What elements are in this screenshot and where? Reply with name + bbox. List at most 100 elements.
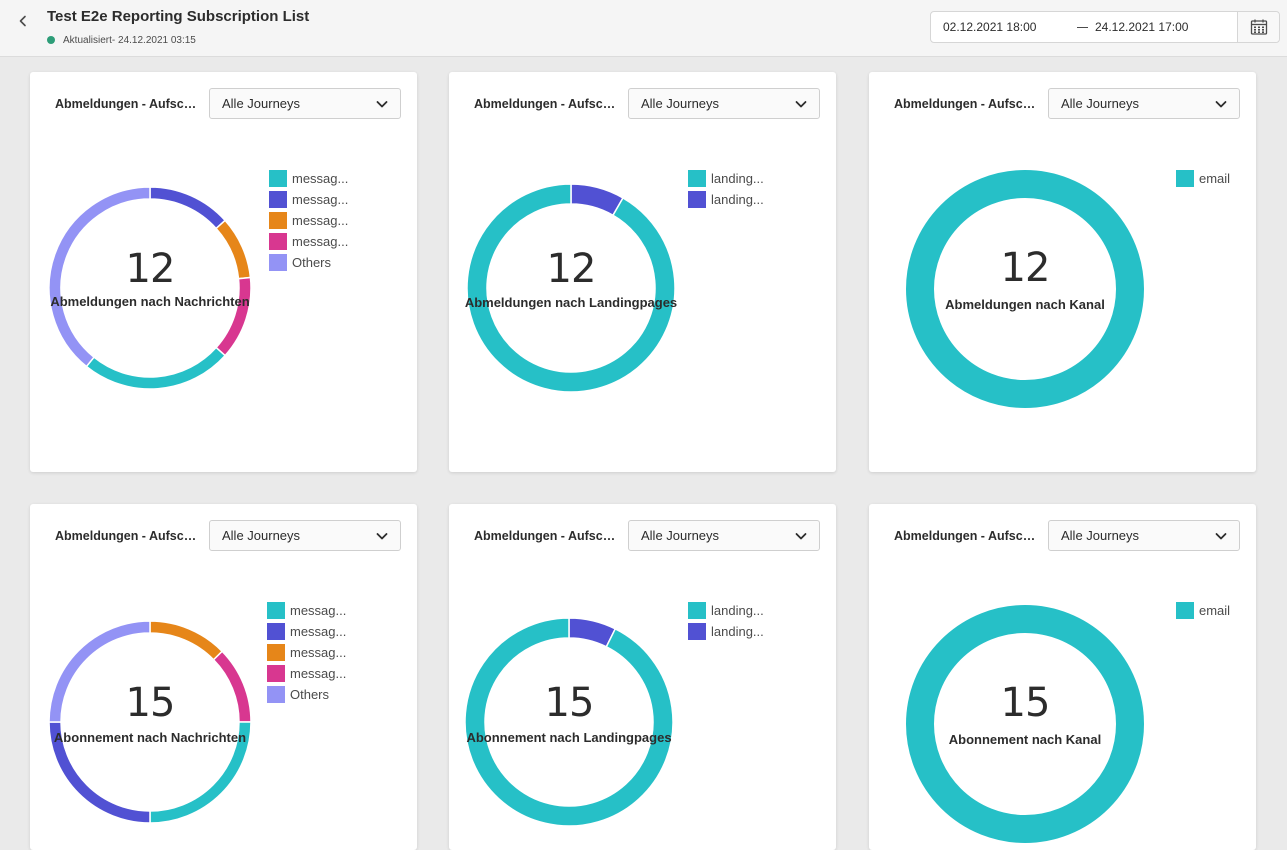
legend-label: messag...	[292, 171, 349, 186]
report-card: Abmeldungen - Aufschlüsselung Alle Journe…	[449, 72, 836, 472]
donut-center-label: Abonnement nach Landingpages	[466, 730, 672, 745]
chevron-left-icon	[19, 15, 26, 27]
legend-item[interactable]: messag...	[267, 600, 346, 621]
chart-legend: email	[1176, 168, 1230, 189]
chevron-down-icon	[376, 533, 388, 540]
report-card: Abmeldungen - Aufschlüsselung Alle Journe…	[30, 72, 417, 472]
legend-swatch	[1176, 602, 1194, 619]
legend-swatch	[267, 644, 285, 661]
donut-slice[interactable]	[212, 650, 252, 723]
card-title: Abmeldungen - Aufschlüsselung	[55, 97, 203, 111]
legend-item[interactable]: messag...	[267, 642, 346, 663]
date-end-field[interactable]: 24.12.2021 17:00	[1095, 20, 1188, 34]
donut-slice[interactable]	[215, 219, 252, 280]
legend-swatch	[269, 212, 287, 229]
legend-item[interactable]: landing...	[688, 189, 764, 210]
report-card: Abmeldungen - Aufschlüsselung Alle Journe…	[869, 504, 1256, 850]
legend-swatch	[269, 191, 287, 208]
journey-dropdown[interactable]: Alle Journeys	[209, 520, 401, 551]
legend-swatch	[267, 602, 285, 619]
legend-label: messag...	[292, 192, 349, 207]
legend-swatch	[688, 170, 706, 187]
donut-slice[interactable]	[85, 346, 227, 390]
chevron-down-icon	[795, 101, 807, 108]
legend-item[interactable]: landing...	[688, 600, 764, 621]
donut-total: 12	[125, 246, 176, 292]
page-title: Test E2e Reporting Subscription List	[47, 8, 310, 25]
legend-label: landing...	[711, 171, 764, 186]
legend-label: messag...	[292, 213, 349, 228]
chevron-down-icon	[1215, 101, 1227, 108]
chevron-down-icon	[376, 101, 388, 108]
legend-item[interactable]: email	[1176, 168, 1230, 189]
legend-item[interactable]: messag...	[269, 210, 348, 231]
legend-item[interactable]: messag...	[267, 663, 346, 684]
journey-dropdown[interactable]: Alle Journeys	[1048, 88, 1240, 119]
chart-legend: messag... messag... messag... messag... Othe…	[267, 600, 346, 705]
report-card: Abmeldungen - Aufschlüsselung Alle Journe…	[30, 504, 417, 850]
back-button[interactable]	[12, 10, 34, 32]
date-start-field[interactable]: 02.12.2021 18:00	[943, 20, 1036, 34]
legend-swatch	[267, 686, 285, 703]
donut-total: 12	[546, 246, 597, 292]
legend-item[interactable]: Others	[269, 252, 348, 273]
legend-label: messag...	[290, 666, 347, 681]
donut-slice[interactable]	[149, 620, 224, 661]
card-title: Abmeldungen - Aufschlüsselung	[474, 97, 622, 111]
legend-item[interactable]: messag...	[269, 189, 348, 210]
donut-slice[interactable]	[215, 276, 252, 357]
legend-label: landing...	[711, 192, 764, 207]
report-card: Abmeldungen - Aufschlüsselung Alle Journe…	[869, 72, 1256, 472]
donut-total: 15	[544, 680, 595, 726]
legend-label: messag...	[290, 624, 347, 639]
card-title: Abmeldungen - Aufschlüsselung	[474, 529, 622, 543]
legend-swatch	[688, 602, 706, 619]
chart-legend: landing... landing...	[688, 168, 764, 210]
legend-label: messag...	[292, 234, 349, 249]
calendar-icon	[1250, 19, 1267, 35]
legend-item[interactable]: landing...	[688, 621, 764, 642]
legend-item[interactable]: messag...	[269, 231, 348, 252]
donut-slice[interactable]	[149, 186, 227, 230]
journey-dropdown[interactable]: Alle Journeys	[628, 520, 820, 551]
status-text: Aktualisiert- 24.12.2021 03:15	[63, 34, 196, 46]
chart-legend: messag... messag... messag... messag... Othe…	[269, 168, 348, 273]
donut-center-label: Abmeldungen nach Nachrichten	[50, 294, 250, 309]
legend-item[interactable]: Others	[267, 684, 346, 705]
journey-dropdown[interactable]: Alle Journeys	[1048, 520, 1240, 551]
legend-item[interactable]: messag...	[267, 621, 346, 642]
legend-item[interactable]: messag...	[269, 168, 348, 189]
legend-swatch	[267, 623, 285, 640]
chart-legend: landing... landing...	[688, 600, 764, 642]
legend-swatch	[269, 254, 287, 271]
legend-item[interactable]: email	[1176, 600, 1230, 621]
donut-center-label: Abmeldungen nach Landingpages	[464, 295, 678, 310]
chart-legend: email	[1176, 600, 1230, 621]
legend-label: messag...	[290, 645, 347, 660]
journey-dropdown-value: Alle Journeys	[641, 528, 720, 543]
legend-label: landing...	[711, 603, 764, 618]
card-title: Abmeldungen - Aufschlüsselung	[894, 529, 1042, 543]
report-card: Abmeldungen - Aufschlüsselung Alle Journe…	[449, 504, 836, 850]
card-title: Abmeldungen - Aufschlüsselung	[894, 97, 1042, 111]
legend-swatch	[269, 170, 287, 187]
legend-swatch	[688, 623, 706, 640]
chevron-down-icon	[795, 533, 807, 540]
legend-item[interactable]: landing...	[688, 168, 764, 189]
legend-label: messag...	[290, 603, 347, 618]
donut-center-label: Abonnement nach Kanal	[948, 732, 1102, 747]
legend-label: Others	[290, 687, 330, 702]
calendar-button[interactable]	[1237, 12, 1279, 42]
journey-dropdown[interactable]: Alle Journeys	[209, 88, 401, 119]
legend-swatch	[688, 191, 706, 208]
donut-center-label: Abonnement nach Nachrichten	[53, 730, 247, 745]
journey-dropdown-value: Alle Journeys	[641, 96, 720, 111]
legend-label: email	[1199, 171, 1231, 186]
journey-dropdown-value: Alle Journeys	[1061, 528, 1140, 543]
donut-center-label: Abmeldungen nach Kanal	[945, 297, 1105, 312]
legend-label: Others	[292, 255, 332, 270]
journey-dropdown[interactable]: Alle Journeys	[628, 88, 820, 119]
journey-dropdown-value: Alle Journeys	[1061, 96, 1140, 111]
legend-swatch	[267, 665, 285, 682]
date-range-picker[interactable]: 02.12.2021 18:00 24.12.2021 17:00	[930, 11, 1280, 43]
